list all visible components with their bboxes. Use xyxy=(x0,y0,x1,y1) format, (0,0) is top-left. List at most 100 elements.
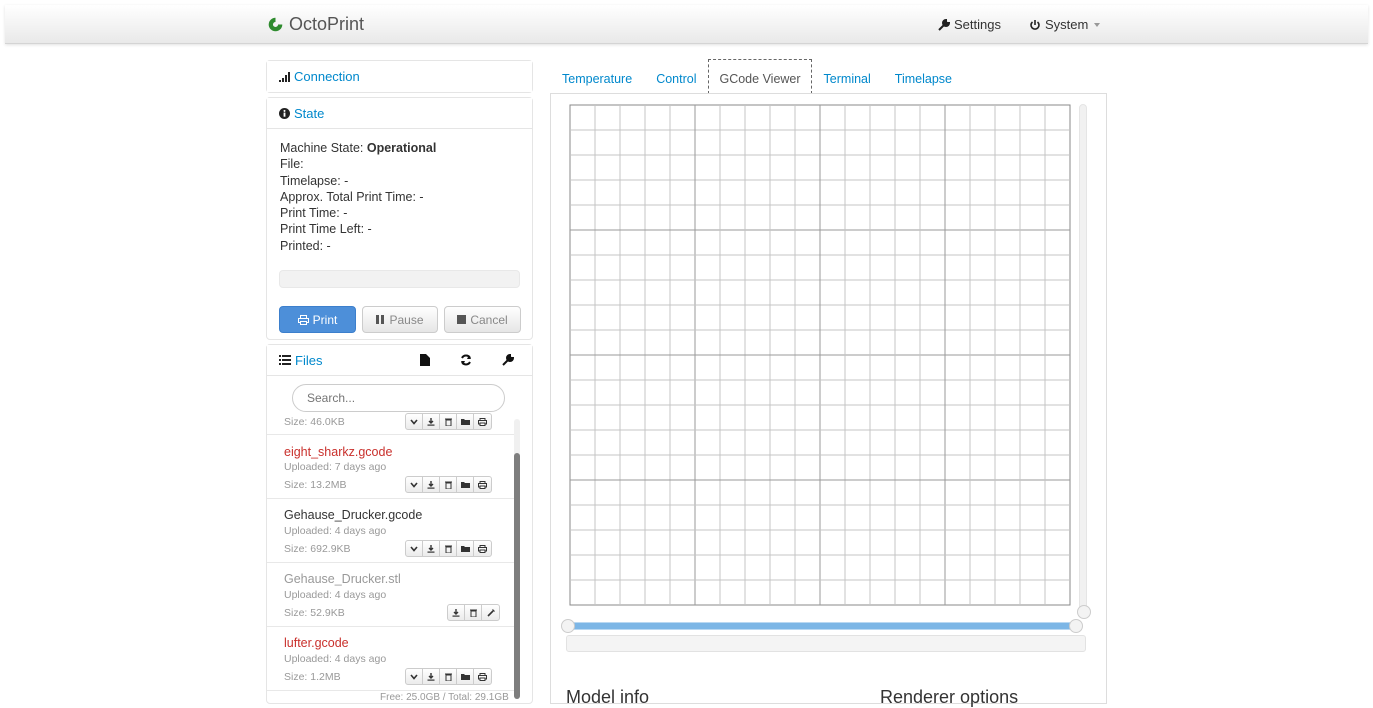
trash-icon[interactable] xyxy=(465,605,482,620)
signal-icon xyxy=(279,71,290,82)
list-item[interactable]: Gehause_Drucker.stl Uploaded: 4 days ago… xyxy=(267,563,515,627)
download-icon[interactable] xyxy=(448,605,465,620)
connection-link[interactable]: Connection xyxy=(294,69,360,84)
power-icon xyxy=(1030,19,1040,30)
list-item[interactable]: Size: 46.0KB xyxy=(267,413,515,435)
layer-slider-handle[interactable] xyxy=(1077,605,1091,619)
wrench-icon[interactable] xyxy=(502,354,514,366)
command-range-end-handle[interactable] xyxy=(1069,619,1083,633)
model-info-heading: Model info xyxy=(566,687,650,707)
list-item[interactable]: Gehause_Drucker.gcode Uploaded: 4 days a… xyxy=(267,499,515,563)
print-label: Print xyxy=(312,312,338,327)
file-actions xyxy=(405,668,492,685)
printed-row: Printed: - xyxy=(280,238,331,253)
chevron-down-icon[interactable] xyxy=(406,669,423,684)
layer-slider-track[interactable] xyxy=(1079,104,1087,612)
command-range-slider[interactable] xyxy=(566,622,1078,630)
state-header[interactable]: State xyxy=(267,98,532,129)
tab-control[interactable]: Control xyxy=(644,59,708,94)
system-menu[interactable]: System xyxy=(1029,17,1101,32)
trash-icon[interactable] xyxy=(440,541,457,556)
file-uploaded: Uploaded: 4 days ago xyxy=(284,653,387,665)
file-size: Size: 692.9KB xyxy=(284,543,351,555)
machine-state-label: Machine State: xyxy=(280,141,367,155)
command-range-start-handle[interactable] xyxy=(561,619,575,633)
trash-icon[interactable] xyxy=(440,669,457,684)
chevron-down-icon xyxy=(1094,22,1101,27)
folder-icon[interactable] xyxy=(457,669,474,684)
chevron-down-icon[interactable] xyxy=(406,477,423,492)
file-name[interactable]: Gehause_Drucker.gcode xyxy=(284,508,422,522)
file-name[interactable]: eight_sharkz.gcode xyxy=(284,445,392,459)
state-link[interactable]: State xyxy=(294,106,324,121)
download-icon[interactable] xyxy=(423,414,440,429)
printer-icon[interactable] xyxy=(474,669,491,684)
file-size: Size: 46.0KB xyxy=(284,416,345,428)
print-button[interactable]: Print xyxy=(279,306,356,333)
chevron-down-icon[interactable] xyxy=(406,414,423,429)
printer-icon[interactable] xyxy=(474,414,491,429)
approx-total-row: Approx. Total Print Time: - xyxy=(280,189,424,204)
files-header[interactable]: Files xyxy=(267,345,532,376)
tab-timelapse[interactable]: Timelapse xyxy=(883,59,964,94)
settings-label: Settings xyxy=(954,17,1001,32)
pause-icon xyxy=(376,315,385,324)
chevron-down-icon[interactable] xyxy=(406,541,423,556)
print-time-row: Print Time: - xyxy=(280,206,348,221)
tab-terminal[interactable]: Terminal xyxy=(812,59,883,94)
file-list: Size: 46.0KB eight_sharkz.gcode Uploaded… xyxy=(267,413,517,705)
info-icon xyxy=(279,107,290,119)
printer-icon[interactable] xyxy=(474,541,491,556)
cancel-label: Cancel xyxy=(470,312,508,327)
machine-state-row: Machine State: Operational xyxy=(280,140,519,156)
renderer-options-heading: Renderer options xyxy=(880,687,1019,707)
download-icon[interactable] xyxy=(423,477,440,492)
trash-icon[interactable] xyxy=(440,414,457,429)
settings-button[interactable]: Settings xyxy=(938,17,1001,32)
wrench-icon xyxy=(938,18,950,31)
file-uploaded: Uploaded: 4 days ago xyxy=(284,525,387,537)
trash-icon[interactable] xyxy=(440,477,457,492)
tab-gcode-viewer[interactable]: GCode Viewer xyxy=(708,59,812,94)
machine-state-value: Operational xyxy=(366,141,437,155)
file-actions xyxy=(405,540,492,557)
pause-button[interactable]: Pause xyxy=(362,306,438,333)
list-icon xyxy=(279,355,291,365)
download-icon[interactable] xyxy=(423,541,440,556)
file-uploaded: Uploaded: 7 days ago xyxy=(284,461,387,473)
file-list-scrollbar-thumb[interactable] xyxy=(514,453,520,699)
files-panel: Files Size: 46.0KB eight_sharkz.gcode Up… xyxy=(266,344,533,704)
file-actions xyxy=(405,413,492,430)
pause-label: Pause xyxy=(389,312,424,327)
new-file-icon[interactable] xyxy=(420,354,430,366)
download-icon[interactable] xyxy=(423,669,440,684)
folder-icon[interactable] xyxy=(457,541,474,556)
brand[interactable]: OctoPrint xyxy=(267,14,364,35)
file-name[interactable]: Gehause_Drucker.stl xyxy=(284,572,401,586)
file-name[interactable]: lufter.gcode xyxy=(284,636,349,650)
state-panel: State Machine State: Operational File: T… xyxy=(266,97,533,340)
file-row: File: xyxy=(280,157,304,172)
printer-icon[interactable] xyxy=(474,477,491,492)
slice-wand-icon[interactable] xyxy=(482,605,499,620)
print-progress-bar xyxy=(279,270,520,288)
files-link[interactable]: Files xyxy=(295,353,322,368)
cancel-button[interactable]: Cancel xyxy=(444,306,521,333)
list-item[interactable]: lufter.gcode Uploaded: 4 days ago Size: … xyxy=(267,627,515,691)
file-size: Size: 13.2MB xyxy=(284,479,347,491)
connection-panel: Connection xyxy=(266,60,533,93)
file-uploaded: Uploaded: 4 days ago xyxy=(284,589,387,601)
folder-icon[interactable] xyxy=(457,414,474,429)
refresh-icon[interactable] xyxy=(460,354,472,366)
file-actions xyxy=(447,604,500,621)
octoprint-logo-icon xyxy=(268,17,283,32)
connection-header[interactable]: Connection xyxy=(267,61,532,92)
printer-icon xyxy=(297,314,309,325)
gcode-render-canvas[interactable] xyxy=(569,104,1071,606)
brand-name: OctoPrint xyxy=(289,14,365,34)
folder-icon[interactable] xyxy=(457,477,474,492)
file-search-input[interactable] xyxy=(292,384,505,412)
navbar: OctoPrint Settings System xyxy=(5,5,1368,44)
list-item[interactable]: eight_sharkz.gcode Uploaded: 7 days ago … xyxy=(267,435,515,499)
tab-temperature[interactable]: Temperature xyxy=(550,59,644,94)
